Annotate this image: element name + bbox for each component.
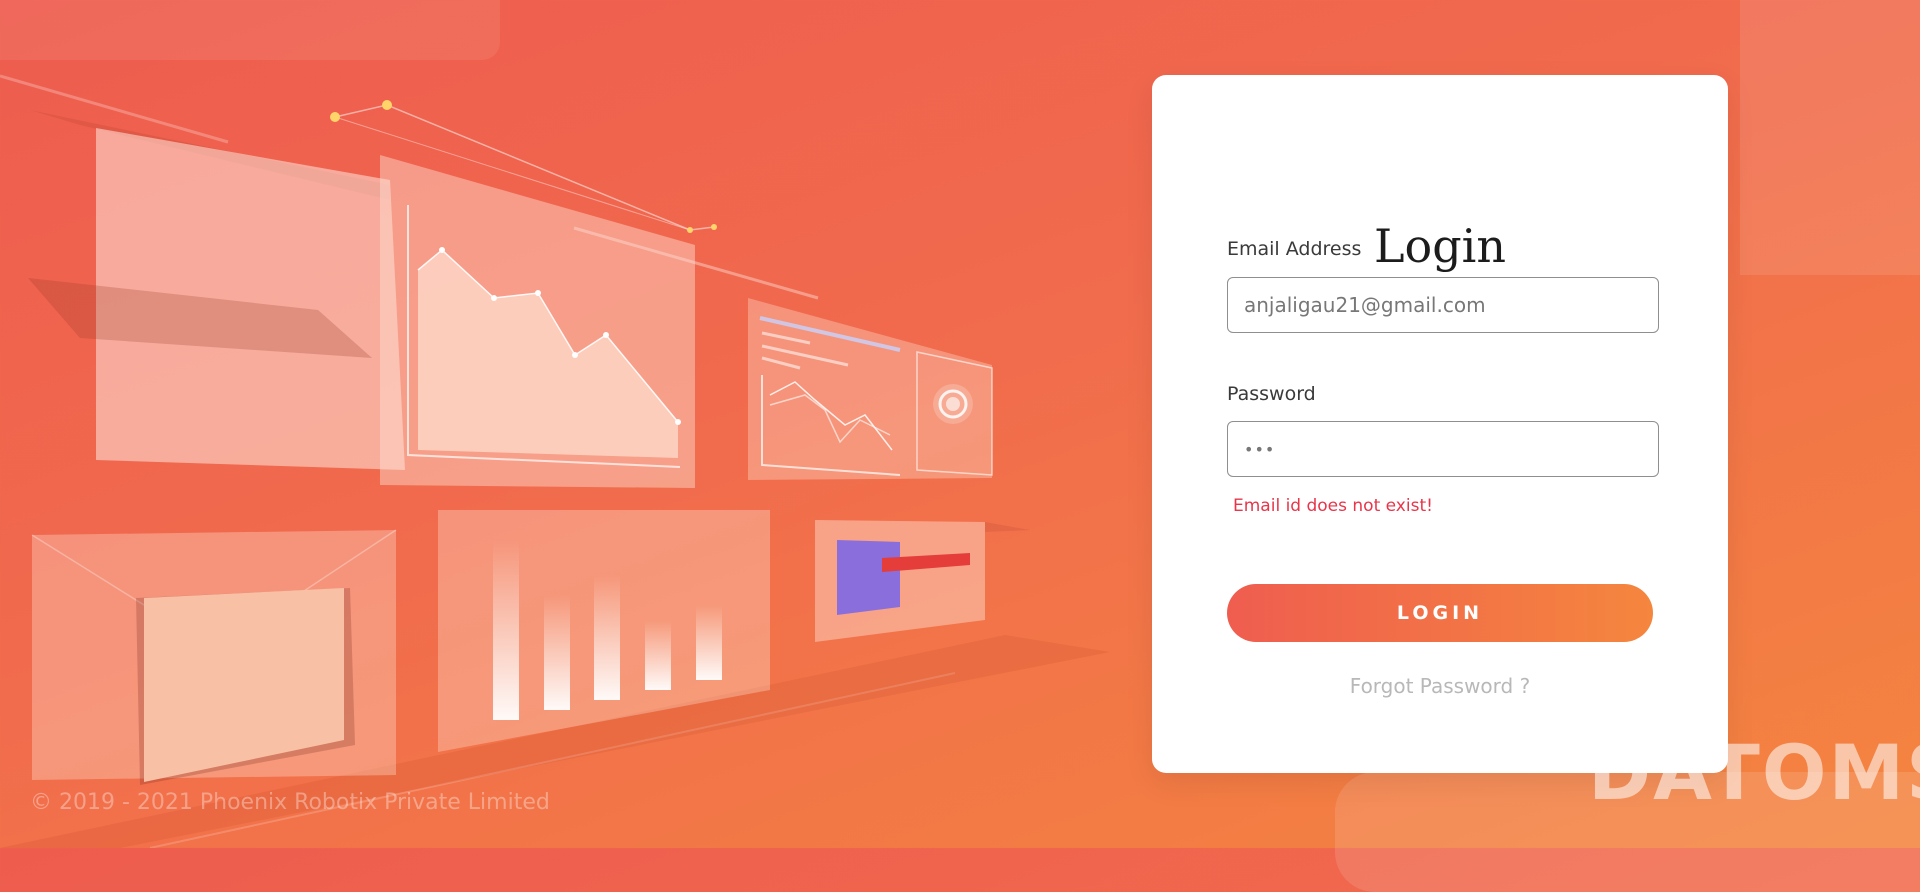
error-message: Email id does not exist! [1233,496,1433,516]
footer-copyright: © 2019 - 2021 Phoenix Robotix Private Li… [30,790,550,815]
email-label: Email Address [1227,238,1362,260]
email-input[interactable] [1227,277,1659,333]
brand-logo: DATOMS [1588,728,1920,817]
login-button[interactable]: LOGIN [1227,584,1653,642]
forgot-password-link[interactable]: Forgot Password ? [1152,674,1728,698]
password-input[interactable] [1227,421,1659,477]
password-label: Password [1227,383,1316,405]
